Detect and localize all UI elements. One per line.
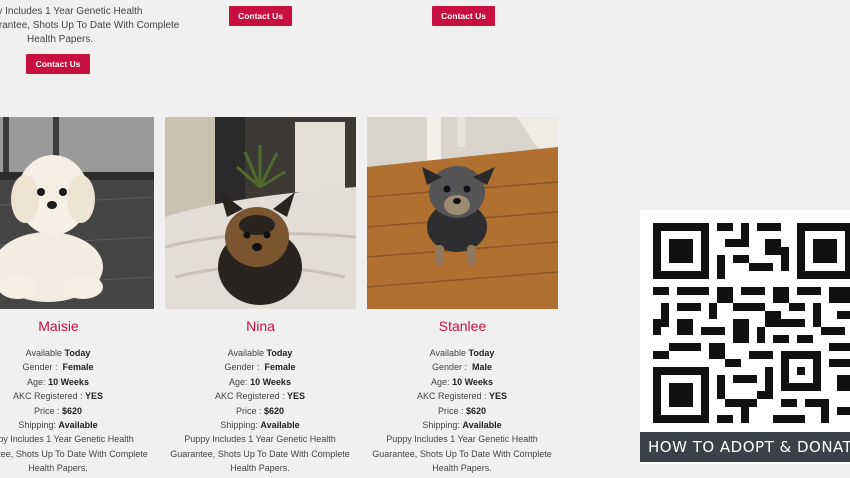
akc-value: YES — [489, 391, 508, 402]
desc-line3: Health Papers. — [28, 463, 88, 474]
age-row: Age: 10 Weeks — [362, 375, 562, 389]
price-label: Price : — [437, 405, 464, 416]
gender-row: Gender : Female — [0, 360, 158, 374]
gender-value: Female — [264, 362, 296, 373]
price-label: Price : — [33, 405, 60, 416]
shipping-label: Shipping: — [220, 420, 258, 431]
desc-line3: Health Papers. — [230, 463, 290, 474]
price-row: Price : $620 — [0, 404, 158, 418]
akc-label: AKC Registered : — [12, 391, 83, 402]
available-value: Today — [266, 348, 293, 358]
shipping-label: Shipping: — [18, 420, 56, 431]
available-row: Available Today — [160, 346, 360, 360]
available-label: Available — [429, 348, 466, 358]
age-value: 10 Weeks — [452, 376, 493, 387]
price-value: $620 — [62, 405, 83, 416]
akc-row: AKC Registered : YES — [160, 389, 360, 403]
akc-row: AKC Registered : YES — [362, 389, 562, 403]
price-label: Price : — [235, 405, 262, 416]
akc-value: YES — [85, 391, 104, 402]
puppy-details-nina: Available Today Gender : Female Age: 10 … — [160, 346, 360, 476]
contact-us-button[interactable]: Contact Us — [432, 6, 495, 26]
puppy-details-stanlee: Available Today Gender : Male Age: 10 We… — [362, 346, 562, 476]
shipping-row: Shipping: Available — [160, 418, 360, 432]
desc-line1: Puppy Includes 1 Year Genetic Health — [0, 434, 134, 445]
shipping-value: Available — [260, 420, 300, 431]
gender-row: Gender : Male — [362, 360, 562, 374]
desc-line1: Puppy Includes 1 Year Genetic Health — [184, 434, 336, 445]
desc-line2: Guarantee, Shots Up To Date With Complet… — [372, 448, 552, 459]
shipping-row: Shipping: Available — [0, 418, 158, 432]
age-label: Age: — [27, 376, 46, 387]
age-value: 10 Weeks — [48, 376, 89, 387]
price-value: $620 — [466, 405, 487, 416]
qr-code-icon — [653, 223, 850, 423]
available-value: Today — [468, 348, 495, 358]
desc-line1: Puppy Includes 1 Year Genetic Health — [386, 434, 538, 445]
age-row: Age: 10 Weeks — [160, 375, 360, 389]
gender-value: Male — [472, 362, 493, 373]
price-value: $620 — [264, 405, 285, 416]
puppy-name[interactable]: Maisie — [0, 318, 154, 334]
gender-value: Female — [62, 362, 94, 373]
available-value: Today — [64, 348, 91, 358]
prev-card-desc-line1: Puppy Includes 1 Year Genetic Health — [0, 6, 143, 17]
shipping-value: Available — [462, 420, 502, 431]
puppy-photo-maisie[interactable] — [0, 117, 154, 309]
akc-value: YES — [287, 391, 306, 402]
available-label: Available — [25, 348, 62, 358]
available-label: Available — [227, 348, 264, 358]
age-row: Age: 10 Weeks — [0, 375, 158, 389]
contact-us-button[interactable]: Contact Us — [26, 54, 90, 74]
gender-label: Gender : — [22, 362, 58, 373]
prev-card-desc-line3: Health Papers. — [27, 34, 94, 45]
puppy-name[interactable]: Nina — [165, 318, 356, 334]
shipping-value: Available — [58, 420, 98, 431]
age-label: Age: — [229, 376, 248, 387]
available-row: Available Today — [362, 346, 562, 360]
qr-code-overlay[interactable]: HOW TO ADOPT & DONATE — [640, 210, 850, 464]
contact-us-button[interactable]: Contact Us — [229, 6, 292, 26]
shipping-row: Shipping: Available — [362, 418, 562, 432]
price-row: Price : $620 — [362, 404, 562, 418]
available-row: Available Today — [0, 346, 158, 360]
akc-label: AKC Registered : — [416, 391, 487, 402]
puppy-name[interactable]: Stanlee — [367, 318, 558, 334]
prev-card-desc-line2: Guarantee, Shots Up To Date With Complet… — [0, 20, 180, 31]
gender-row: Gender : Female — [160, 360, 360, 374]
price-row: Price : $620 — [160, 404, 360, 418]
puppy-photo-nina[interactable] — [165, 117, 356, 309]
puppy-details-maisie: Available Today Gender : Female Age: 10 … — [0, 346, 158, 476]
gender-label: Gender : — [224, 362, 260, 373]
shipping-label: Shipping: — [422, 420, 460, 431]
age-label: Age: — [431, 376, 450, 387]
desc-line2: Guarantee, Shots Up To Date With Complet… — [170, 448, 350, 459]
desc-line3: Health Papers. — [432, 463, 492, 474]
gender-label: Gender : — [431, 362, 467, 373]
desc-line2: Guarantee, Shots Up To Date With Complet… — [0, 448, 148, 459]
akc-row: AKC Registered : YES — [0, 389, 158, 403]
qr-caption: HOW TO ADOPT & DONATE — [640, 432, 850, 462]
puppy-photo-stanlee[interactable] — [367, 117, 558, 309]
age-value: 10 Weeks — [250, 376, 291, 387]
akc-label: AKC Registered : — [214, 391, 285, 402]
